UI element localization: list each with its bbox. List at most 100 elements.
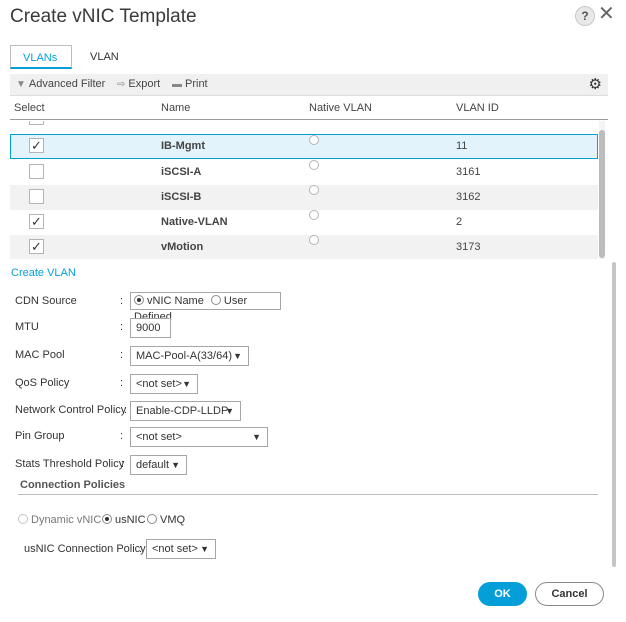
mtu-label: MTU — [15, 321, 39, 333]
table-row[interactable]: ✓ IB-Mgmt 11 — [10, 134, 598, 159]
radio-dot-icon — [134, 295, 144, 305]
connection-option-label: Dynamic vNIC — [31, 514, 102, 526]
qos-policy-value: <not set> — [136, 378, 182, 390]
create-vlan-link[interactable]: Create VLAN — [11, 267, 76, 279]
table-row[interactable]: iSCSI-B 3162 — [10, 185, 598, 210]
column-header-select[interactable]: Select — [14, 102, 45, 114]
network-control-policy-label: Network Control Policy — [15, 404, 127, 416]
cdn-source-group: vNIC Name User Defined — [130, 292, 281, 323]
row-checkbox[interactable] — [29, 121, 44, 125]
usnic-connection-policy-select[interactable]: <not set> ▼ — [146, 539, 216, 559]
column-header-vlan-id[interactable]: VLAN ID — [456, 102, 499, 114]
gear-icon[interactable]: ⚙ — [589, 75, 602, 93]
radio-dot-icon — [18, 514, 28, 524]
print-icon: ▬ — [172, 79, 182, 90]
native-vlan-radio[interactable] — [309, 135, 319, 145]
vlan-name: IB-Mgmt — [161, 140, 205, 152]
vlan-id: 3161 — [456, 166, 481, 178]
table-row[interactable]: default 1 — [10, 121, 598, 131]
native-vlan-radio[interactable] — [309, 235, 319, 245]
native-vlan-radio[interactable] — [309, 210, 319, 220]
advanced-filter-label: Advanced Filter — [28, 78, 106, 90]
vlan-id: 2 — [456, 216, 463, 228]
mac-pool-value: MAC-Pool-A(33/64) — [136, 350, 232, 362]
pin-group-select[interactable]: <not set> ▼ — [130, 427, 268, 447]
chevron-down-icon: ▼ — [182, 379, 191, 389]
usnic-connection-policy-value: <not set> — [152, 543, 198, 555]
print-button[interactable]: ▬ Print — [172, 78, 208, 90]
export-label: Export — [128, 78, 161, 90]
tab-vlans[interactable]: VLANs — [10, 45, 72, 69]
form-scrollbar-thumb[interactable] — [612, 262, 616, 567]
row-checkbox[interactable]: ✓ — [29, 239, 44, 254]
export-button[interactable]: ⇨ Export — [117, 78, 160, 90]
native-vlan-radio[interactable] — [309, 185, 319, 195]
mac-pool-select[interactable]: MAC-Pool-A(33/64) ▼ — [130, 346, 249, 366]
grid-scrollbar-thumb[interactable] — [599, 130, 605, 258]
vlan-name: iSCSI-B — [161, 191, 202, 203]
column-header-name[interactable]: Name — [161, 102, 190, 114]
dynamic-vnic-option[interactable]: Dynamic vNIC — [18, 514, 101, 526]
radio-dot-icon — [102, 514, 112, 524]
grid-toolbar: ▼ Advanced Filter ⇨ Export ▬ Print ⚙ — [10, 74, 608, 96]
row-checkbox[interactable]: ✓ — [29, 214, 44, 229]
colon: : — [124, 404, 128, 416]
vlan-name: iSCSI-A — [161, 166, 202, 178]
grid-header: Select Name Native VLAN VLAN ID — [10, 98, 608, 120]
qos-policy-select[interactable]: <not set> ▼ — [130, 374, 198, 394]
column-header-native-vlan[interactable]: Native VLAN — [309, 102, 372, 114]
ok-button[interactable]: OK — [478, 582, 527, 606]
cdn-source-label: CDN Source — [15, 295, 77, 307]
stats-threshold-policy-label: Stats Threshold Policy — [15, 458, 125, 470]
chevron-down-icon: ▼ — [200, 544, 209, 554]
radio-dot-icon — [147, 514, 157, 524]
stats-threshold-policy-select[interactable]: default ▼ — [130, 455, 187, 475]
tab-vlan-groups[interactable]: VLAN Groups — [78, 45, 138, 87]
vlan-id: 3162 — [456, 191, 481, 203]
close-icon[interactable]: ✕ — [598, 4, 615, 24]
section-divider — [18, 494, 598, 495]
pin-group-label: Pin Group — [15, 430, 65, 442]
vmq-option[interactable]: VMQ — [147, 514, 185, 526]
pin-group-value: <not set> — [136, 431, 182, 443]
vlan-id: 11 — [456, 140, 468, 152]
chevron-down-icon: ▼ — [171, 460, 180, 470]
usnic-option[interactable]: usNIC — [102, 514, 146, 526]
row-checkbox[interactable] — [29, 164, 44, 179]
stats-threshold-policy-value: default — [136, 459, 170, 471]
radio-dot-icon — [210, 295, 221, 305]
colon: : — [120, 430, 124, 442]
help-icon[interactable]: ? — [575, 6, 595, 26]
network-control-policy-value: Enable-CDP-LLDP — [136, 405, 229, 417]
print-label: Print — [185, 78, 208, 90]
cdn-source-vnic-name-option[interactable]: vNIC Name — [134, 295, 204, 307]
row-checkbox[interactable] — [29, 189, 44, 204]
vlan-name: vMotion — [161, 241, 204, 253]
dialog-title: Create vNIC Template — [10, 6, 197, 27]
create-vnic-template-dialog: Create vNIC Template ? ✕ VLANs VLAN Grou… — [0, 0, 626, 622]
filter-icon: ▼ — [16, 79, 26, 90]
mac-pool-label: MAC Pool — [15, 349, 65, 361]
network-control-policy-select[interactable]: Enable-CDP-LLDP ▼ — [130, 401, 241, 421]
qos-policy-label: QoS Policy — [15, 377, 70, 389]
vlan-id: 3173 — [456, 241, 481, 253]
colon: : — [120, 377, 124, 389]
colon: : — [121, 458, 125, 470]
table-row[interactable]: iSCSI-A 3161 — [10, 160, 598, 185]
cdn-option-label: vNIC Name — [147, 295, 204, 307]
cancel-button[interactable]: Cancel — [535, 582, 604, 606]
vlan-name: default — [161, 121, 197, 124]
chevron-down-icon: ▼ — [252, 432, 261, 442]
colon: : — [139, 543, 143, 555]
mtu-input[interactable]: 9000 — [130, 318, 171, 338]
table-row[interactable]: ✓ Native-VLAN 2 — [10, 210, 598, 235]
chevron-down-icon: ▼ — [233, 351, 242, 361]
native-vlan-radio[interactable] — [309, 160, 319, 170]
vlan-name: Native-VLAN — [161, 216, 228, 228]
advanced-filter-button[interactable]: ▼ Advanced Filter — [16, 78, 105, 90]
vlan-id: 1 — [456, 121, 462, 124]
table-row[interactable]: ✓ vMotion 3173 — [10, 235, 598, 259]
row-checkbox[interactable]: ✓ — [29, 138, 44, 153]
connection-policies-title: Connection Policies — [20, 479, 126, 491]
colon: : — [120, 321, 124, 333]
